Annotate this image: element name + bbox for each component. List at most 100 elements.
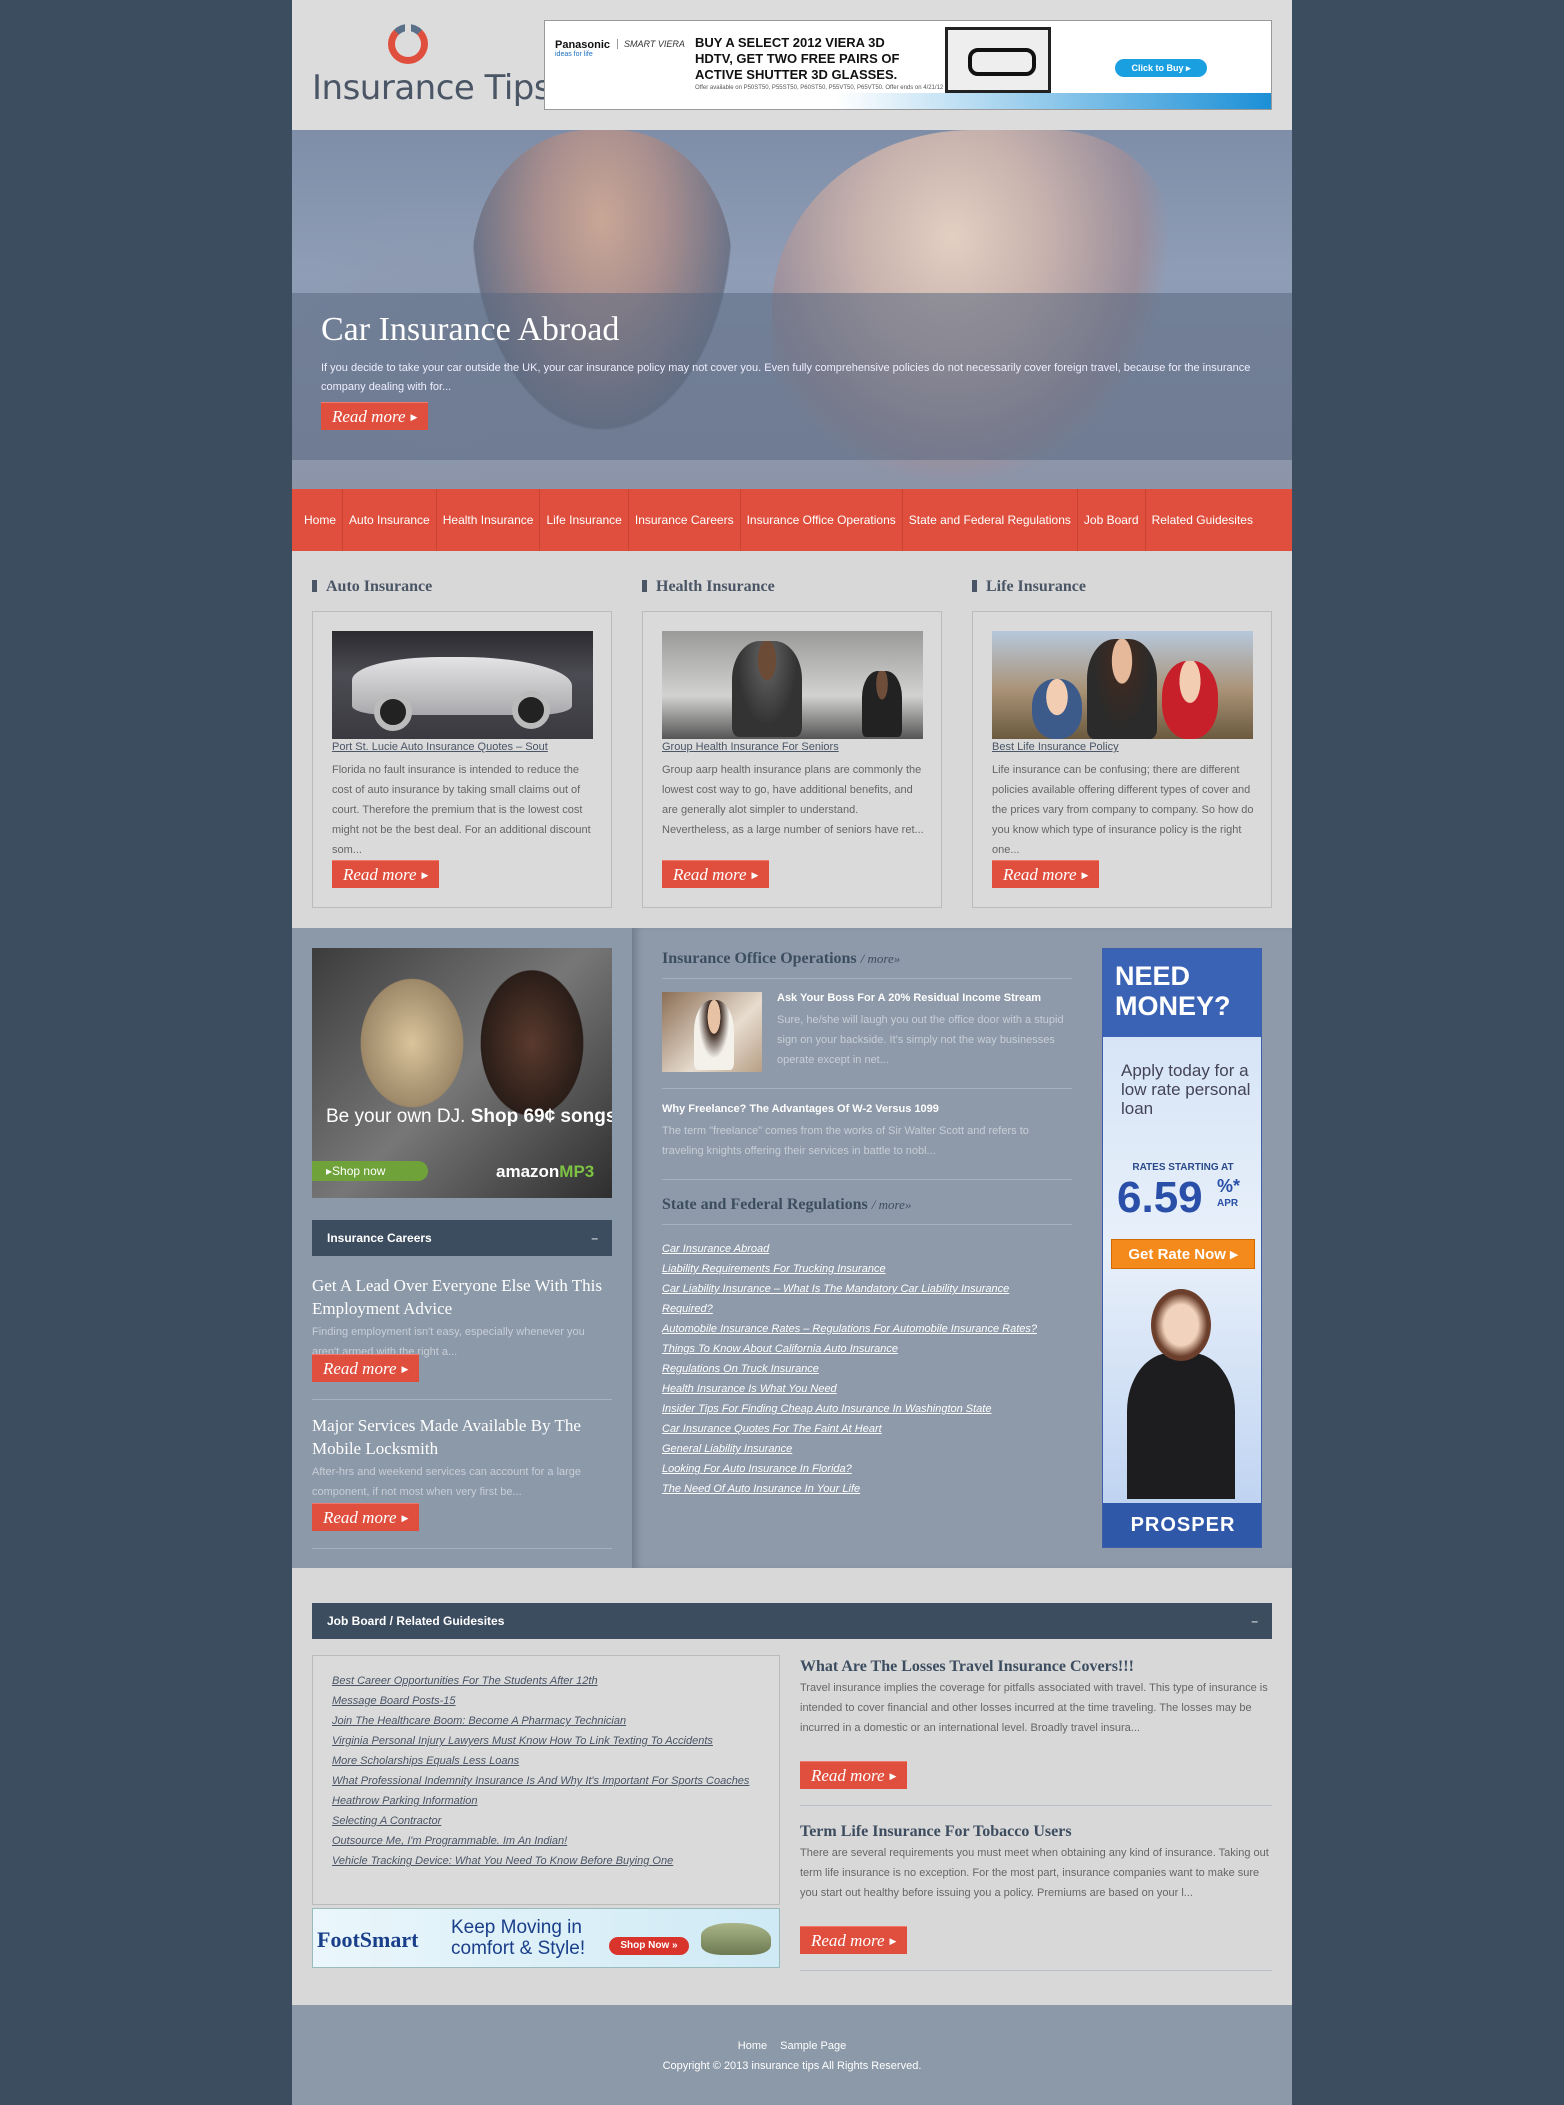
nav-insurance-careers[interactable]: Insurance Careers [629, 489, 741, 551]
career-post-excerpt: After-hrs and weekend services can accou… [312, 1466, 582, 1498]
category-title-health[interactable]: Health Insurance [642, 578, 775, 596]
regulation-link[interactable]: General Liability Insurance [662, 1439, 1062, 1459]
nav-related-guidesites[interactable]: Related Guidesites [1146, 489, 1259, 551]
shoe-image [701, 1923, 771, 1955]
child-figure [1162, 661, 1218, 739]
site-logo[interactable]: Insurance Tips [312, 20, 552, 110]
regulation-link[interactable]: The Need Of Auto Insurance In Your Life [662, 1479, 1062, 1499]
child-figure [1032, 679, 1082, 739]
ad-click-to-buy-button[interactable]: Click to Buy ▸ [1115, 59, 1207, 77]
category-read-more-button[interactable]: Read more ▶ [992, 860, 1100, 888]
job-link[interactable]: Best Career Opportunities For The Studen… [332, 1671, 772, 1691]
job-link[interactable]: Message Board Posts-15 [332, 1691, 772, 1711]
job-link[interactable]: What Professional Indemnity Insurance Is… [332, 1771, 772, 1791]
car-image[interactable] [332, 631, 593, 739]
category-read-more-button[interactable]: Read more ▶ [332, 860, 440, 888]
read-more-label: Read more [811, 1766, 885, 1785]
widget-title: Job Board / Related Guidesites [327, 1614, 505, 1628]
office-post-title[interactable]: Ask Your Boss For A 20% Residual Income … [777, 992, 1041, 1004]
shop-now-label: Shop now [332, 1164, 386, 1178]
category-post-link[interactable]: Best Life Insurance Policy [992, 741, 1119, 753]
read-more-label: Read more [1003, 865, 1077, 884]
get-rate-now-button[interactable]: Get Rate Now ▸ [1111, 1239, 1255, 1269]
category-post-link[interactable]: Port St. Lucie Auto Insurance Quotes – S… [332, 741, 548, 753]
career-post-title[interactable]: Get A Lead Over Everyone Else With This … [312, 1274, 612, 1320]
regulations-link-list: Car Insurance Abroad Liability Requireme… [662, 1239, 1062, 1499]
car-wheel-shape [374, 693, 412, 731]
office-post-title[interactable]: Why Freelance? The Advantages Of W-2 Ver… [662, 1103, 939, 1115]
regulation-link[interactable]: Health Insurance Is What You Need [662, 1379, 1062, 1399]
more-link[interactable]: / more» [872, 1197, 912, 1212]
collapse-icon[interactable]: – [591, 1220, 598, 1256]
regulation-link[interactable]: Car Insurance Abroad [662, 1239, 1062, 1259]
nav-state-federal-regulations[interactable]: State and Federal Regulations [903, 489, 1078, 551]
job-link[interactable]: Selecting A Contractor [332, 1811, 772, 1831]
nav-home[interactable]: Home [298, 489, 344, 551]
section-title-office-operations[interactable]: Insurance Office Operations / more» [662, 950, 900, 968]
footer-link-sample-page[interactable]: Sample Page [780, 2040, 846, 2052]
read-more-label: Read more [332, 407, 406, 426]
job-link[interactable]: More Scholarships Equals Less Loans [332, 1751, 772, 1771]
gym-image[interactable] [662, 631, 923, 739]
job-post-title[interactable]: What Are The Losses Travel Insurance Cov… [800, 1658, 1134, 1676]
category-title-life[interactable]: Life Insurance [972, 578, 1086, 596]
regulation-link[interactable]: Car Insurance Quotes For The Faint At He… [662, 1419, 1062, 1439]
family-image[interactable] [992, 631, 1253, 739]
job-link[interactable]: Heathrow Parking Information [332, 1791, 772, 1811]
ad-swoosh [545, 93, 1271, 109]
regulation-link[interactable]: Regulations On Truck Insurance [662, 1359, 1062, 1379]
job-board-widget-header[interactable]: Job Board / Related Guidesites – [312, 1603, 1272, 1639]
footsmart-ad[interactable]: FootSmart Keep Moving in comfort & Style… [312, 1908, 780, 1968]
nav-health-insurance[interactable]: Health Insurance [437, 489, 541, 551]
nav-insurance-office-operations[interactable]: Insurance Office Operations [741, 489, 903, 551]
career-read-more-button[interactable]: Read more ▶ [312, 1354, 420, 1382]
widget-title: Insurance Careers [327, 1231, 432, 1245]
divider [800, 1970, 1272, 1971]
insurance-careers-widget-header[interactable]: Insurance Careers – [312, 1220, 612, 1256]
arrow-right-icon: ▶ [410, 412, 418, 422]
office-post-excerpt: The term "freelance" comes from the work… [662, 1125, 1029, 1157]
footsmart-shop-now-button[interactable]: Shop Now » [609, 1937, 689, 1955]
section-title-regulations[interactable]: State and Federal Regulations / more» [662, 1196, 911, 1214]
prosper-apply-text: Apply today for a low rate personal loan [1121, 1061, 1251, 1118]
nav-auto-insurance[interactable]: Auto Insurance [343, 489, 437, 551]
arrow-right-icon: ▶ [421, 870, 429, 880]
collapse-icon[interactable]: – [1251, 1603, 1258, 1639]
job-post-read-more-button[interactable]: Read more ▶ [800, 1761, 908, 1789]
hero-read-more-button[interactable]: Read more ▶ [321, 402, 429, 430]
job-post-title[interactable]: Term Life Insurance For Tobacco Users [800, 1823, 1072, 1841]
divider [312, 1399, 612, 1400]
read-more-label: Read more [323, 1508, 397, 1527]
category-title-auto[interactable]: Auto Insurance [312, 578, 432, 596]
prosper-apr: %* APR [1217, 1177, 1240, 1213]
job-post-read-more-button[interactable]: Read more ▶ [800, 1926, 908, 1954]
hero-title[interactable]: Car Insurance Abroad [321, 311, 619, 349]
prosper-loan-ad[interactable]: NEED MONEY? Apply today for a low rate p… [1102, 948, 1262, 1548]
job-link[interactable]: Virginia Personal Injury Lawyers Must Kn… [332, 1731, 772, 1751]
category-post-link[interactable]: Group Health Insurance For Seniors [662, 741, 839, 753]
footer-nav: Home Sample Page [292, 2040, 1292, 2052]
job-link[interactable]: Join The Healthcare Boom: Become A Pharm… [332, 1711, 772, 1731]
main-content-band: Insurance Office Operations / more» Ask … [632, 928, 1292, 1568]
job-link[interactable]: Outsource Me, I'm Programmable. Im An In… [332, 1831, 772, 1851]
category-read-more-button[interactable]: Read more ▶ [662, 860, 770, 888]
office-post-thumbnail[interactable] [662, 992, 762, 1072]
career-read-more-button[interactable]: Read more ▶ [312, 1503, 420, 1531]
job-link[interactable]: Vehicle Tracking Device: What You Need T… [332, 1851, 772, 1871]
nav-life-insurance[interactable]: Life Insurance [540, 489, 629, 551]
footer-link-home[interactable]: Home [738, 2040, 767, 2052]
more-link[interactable]: / more» [861, 951, 901, 966]
regulation-link[interactable]: Liability Requirements For Trucking Insu… [662, 1259, 1062, 1279]
footer: Home Sample Page Copyright © 2013 insura… [292, 2005, 1292, 2105]
footsmart-logo: FootSmart [317, 1927, 419, 1952]
career-post-title[interactable]: Major Services Made Available By The Mob… [312, 1414, 612, 1460]
banner-ad-panasonic[interactable]: Panasonic ideas for life SMART VIERA BUY … [544, 20, 1272, 110]
regulation-link[interactable]: Insider Tips For Finding Cheap Auto Insu… [662, 1399, 1062, 1419]
regulation-link[interactable]: Things To Know About California Auto Ins… [662, 1339, 1062, 1359]
amazon-shop-now-button[interactable]: ▸Shop now [312, 1161, 428, 1181]
amazon-mp3-ad[interactable]: Be your own DJ. Shop 69¢ songs. ▸Shop no… [312, 948, 612, 1198]
regulation-link[interactable]: Automobile Insurance Rates – Regulations… [662, 1319, 1062, 1339]
regulation-link[interactable]: Car Liability Insurance – What Is The Ma… [662, 1279, 1062, 1319]
regulation-link[interactable]: Looking For Auto Insurance In Florida? [662, 1459, 1062, 1479]
nav-job-board[interactable]: Job Board [1078, 489, 1146, 551]
